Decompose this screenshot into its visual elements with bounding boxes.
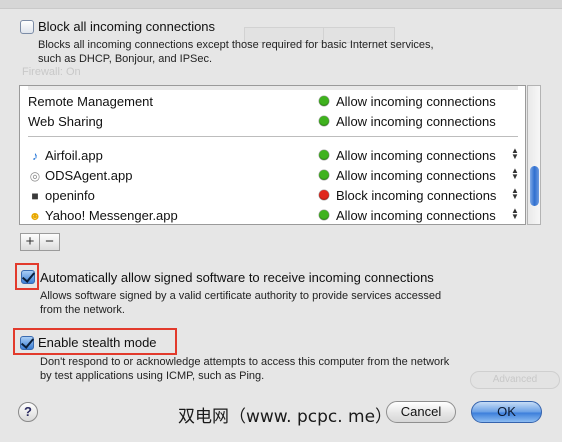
- app-name: Yahoo! Messenger.app: [45, 208, 178, 223]
- background-advanced-button: Advanced: [470, 371, 560, 389]
- scrollbar-thumb[interactable]: [530, 166, 539, 206]
- highlight-annotation: [15, 263, 39, 290]
- stealth-mode-description: Don't respond to or acknowledge attempts…: [40, 356, 450, 382]
- popup-arrows-icon[interactable]: ▲ ▼: [511, 147, 519, 161]
- add-app-button[interactable]: +: [20, 233, 40, 251]
- cancel-button[interactable]: Cancel: [386, 401, 456, 423]
- list-scrollbar[interactable]: [527, 85, 541, 225]
- status-indicator-icon: [319, 96, 329, 106]
- remove-app-button[interactable]: −: [40, 233, 60, 251]
- list-item-web-sharing[interactable]: Web Sharing Allow incoming connections: [20, 111, 525, 131]
- status-label: Allow incoming connections: [336, 94, 496, 109]
- ok-button[interactable]: OK: [471, 401, 542, 423]
- service-name: Remote Management: [28, 94, 154, 109]
- music-note-icon: ♪: [32, 148, 38, 163]
- list-item-odsagent[interactable]: ◎ ODSAgent.app Allow incoming connection…: [20, 165, 525, 185]
- status-indicator-icon: [319, 170, 329, 180]
- list-top-edge: [28, 86, 518, 90]
- app-name: Airfoil.app: [45, 148, 103, 163]
- status-popup[interactable]: Block incoming connections: [336, 188, 496, 203]
- list-item-openinfo[interactable]: ■ openinfo Block incoming connections ▲ ▼: [20, 185, 525, 205]
- auto-allow-signed-label: Automatically allow signed software to r…: [40, 270, 434, 285]
- auto-allow-signed-description: Allows software signed by a valid certif…: [40, 290, 442, 316]
- stealth-mode-label: Enable stealth mode: [38, 335, 157, 350]
- list-separator: [28, 136, 518, 137]
- firewall-app-list[interactable]: Remote Management Allow incoming connect…: [19, 85, 526, 225]
- list-item-remote-management[interactable]: Remote Management Allow incoming connect…: [20, 91, 525, 111]
- background-firewall-status: Firewall: On: [22, 66, 81, 78]
- background-window-header: [0, 0, 562, 9]
- app-name: openinfo: [45, 188, 95, 203]
- app-name: ODSAgent.app: [45, 168, 133, 183]
- service-name: Web Sharing: [28, 114, 103, 129]
- status-label: Allow incoming connections: [336, 114, 496, 129]
- status-indicator-icon: [319, 150, 329, 160]
- status-popup[interactable]: Allow incoming connections: [336, 148, 496, 163]
- smiley-icon: ☻: [28, 208, 42, 223]
- popup-arrows-icon[interactable]: ▲ ▼: [511, 187, 519, 201]
- status-indicator-icon: [319, 116, 329, 126]
- terminal-icon: ■: [31, 188, 39, 203]
- list-item-airfoil[interactable]: ♪ Airfoil.app Allow incoming connections…: [20, 145, 525, 165]
- block-all-checkbox[interactable]: [20, 20, 34, 34]
- list-item-yahoo-messenger[interactable]: ☻ Yahoo! Messenger.app Allow incoming co…: [20, 205, 525, 224]
- status-indicator-icon: [319, 190, 329, 200]
- help-button[interactable]: ?: [18, 402, 38, 422]
- list-add-remove-controls: + −: [20, 233, 60, 251]
- status-popup[interactable]: Allow incoming connections: [336, 208, 496, 223]
- popup-arrows-icon[interactable]: ▲ ▼: [511, 207, 519, 221]
- popup-arrows-icon[interactable]: ▲ ▼: [511, 167, 519, 181]
- status-popup[interactable]: Allow incoming connections: [336, 168, 496, 183]
- disc-icon: ◎: [29, 168, 41, 183]
- watermark-text: 双电网（www. pcpc. me）: [178, 407, 393, 427]
- block-all-label: Block all incoming connections: [38, 19, 216, 34]
- block-all-description: Blocks all incoming connections except t…: [38, 39, 434, 65]
- status-indicator-icon: [319, 210, 329, 220]
